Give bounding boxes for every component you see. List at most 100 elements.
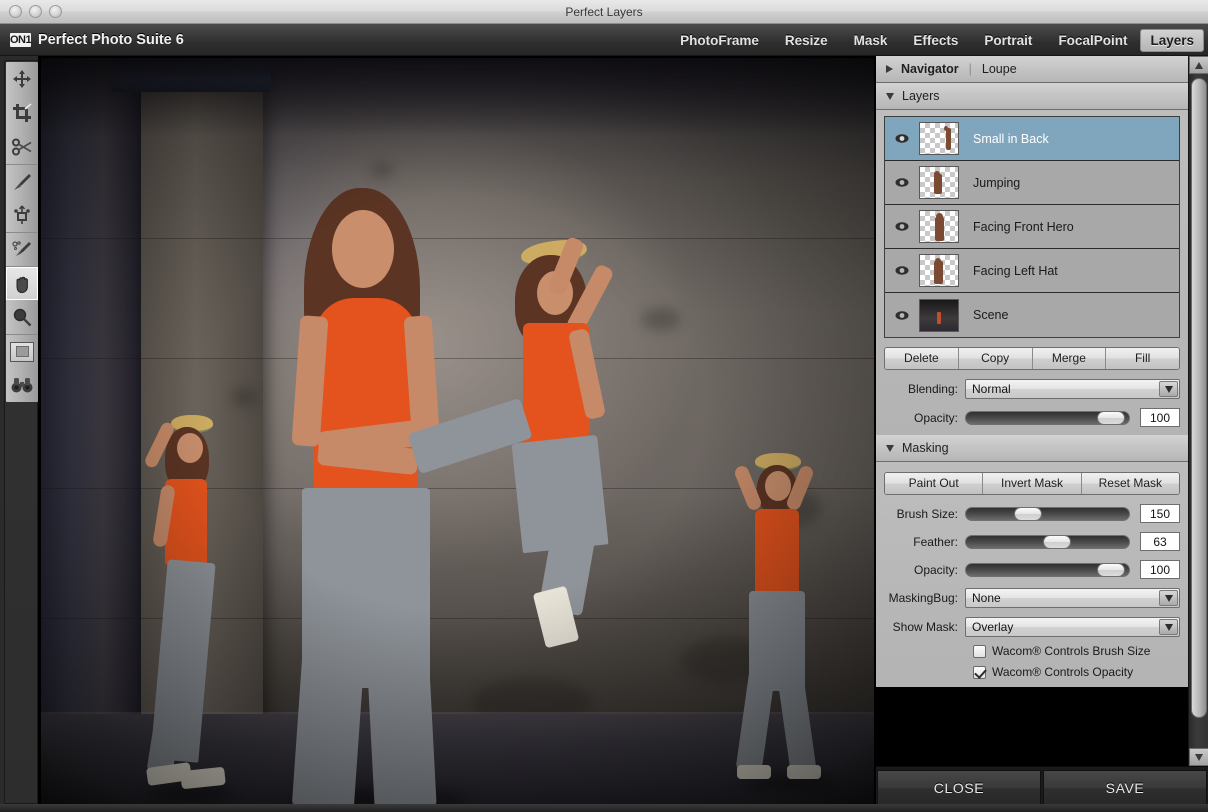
composite-photo[interactable] [41,58,874,810]
wacom-brush-size-label: Wacom® Controls Brush Size [992,644,1151,658]
mask-opacity-slider[interactable] [965,562,1130,577]
chevron-down-icon[interactable] [1159,619,1178,635]
layer-visibility-toggle[interactable] [885,178,919,187]
wacom-opacity-row[interactable]: Wacom® Controls Opacity [884,665,1180,679]
canvas-area[interactable] [38,56,876,812]
layers-section-header[interactable]: Layers [876,83,1188,110]
layer-opacity-slider[interactable] [965,410,1130,425]
invert-mask-button[interactable]: Invert Mask [983,473,1082,494]
layer-row-jumping[interactable]: Jumping [885,161,1179,205]
loupe-label[interactable]: Loupe [982,62,1017,76]
paint-out-button[interactable]: Paint Out [885,473,984,494]
layer-row-facing-front-hero[interactable]: Facing Front Hero [885,205,1179,249]
navigator-section-header[interactable]: Navigator | Loupe [876,56,1188,83]
pan-tool[interactable] [6,266,38,300]
slider-handle[interactable] [1013,506,1042,521]
layer-thumbnail [919,298,959,332]
layer-visibility-toggle[interactable] [885,266,919,275]
layer-name: Small in Back [973,131,1049,146]
module-tabs: PhotoFrame Resize Mask Effects Portrait … [667,24,1204,56]
tab-mask[interactable]: Mask [841,29,901,52]
layer-thumbnail [919,122,959,155]
layer-action-buttons: Delete Copy Merge Fill [884,347,1180,370]
chevron-right-icon [886,65,893,73]
brush-size-slider[interactable] [965,506,1130,521]
layer-list: Small in Back Jumping Facing Front Hero … [884,116,1180,338]
layer-visibility-toggle[interactable] [885,310,919,320]
mask-opacity-value[interactable]: 100 [1140,560,1180,579]
masking-panel-body: Paint Out Invert Mask Reset Mask Brush S… [876,462,1188,687]
scroll-up-button[interactable] [1189,56,1208,74]
close-button[interactable]: CLOSE [877,770,1041,806]
ceiling-shadow [41,58,874,136]
reset-mask-button[interactable]: Reset Mask [1081,473,1179,494]
wacom-opacity-checkbox[interactable] [973,665,986,679]
panel-empty-area [876,687,1188,766]
tab-photoframe[interactable]: PhotoFrame [667,29,772,52]
scrollbar-thumb[interactable] [1191,78,1207,718]
perfect-brush-tool[interactable] [6,232,38,266]
wacom-opacity-label: Wacom® Controls Opacity [992,665,1134,679]
save-button[interactable]: SAVE [1043,770,1207,806]
brush-size-row: Brush Size: 150 [884,504,1180,523]
color-swatch-tool[interactable] [6,334,38,368]
show-mask-row: Show Mask: Overlay [884,617,1180,637]
masking-section-header[interactable]: Masking [876,435,1188,462]
app-menubar: ON1 Perfect Photo Suite 6 PhotoFrame Res… [0,24,1208,56]
fill-layer-button[interactable]: Fill [1106,348,1179,369]
hand-icon [16,276,28,294]
feather-slider[interactable] [965,534,1130,549]
tab-portrait[interactable]: Portrait [971,29,1045,52]
layer-visibility-toggle[interactable] [885,222,919,231]
chevron-down-icon[interactable] [1159,381,1178,397]
move-tool[interactable] [6,62,38,96]
eye-icon [895,178,909,187]
move-icon [13,70,31,88]
tab-focalpoint[interactable]: FocalPoint [1045,29,1140,52]
zoom-tool[interactable] [6,300,38,334]
on1-logo-icon: ON1 [10,33,32,47]
mask-opacity-row: Opacity: 100 [884,560,1180,579]
brush-size-value[interactable]: 150 [1140,504,1180,523]
wacom-brush-size-row[interactable]: Wacom® Controls Brush Size [884,644,1180,658]
show-mask-label: Show Mask: [892,620,958,634]
navigator-separator: | [968,62,972,76]
layer-name: Facing Left Hat [973,263,1058,278]
merge-layer-button[interactable]: Merge [1032,348,1107,369]
tab-layers[interactable]: Layers [1140,28,1204,52]
blending-mode-select[interactable]: Normal [965,379,1180,399]
layer-name: Facing Front Hero [973,219,1074,234]
slider-handle[interactable] [1097,410,1126,425]
slider-handle[interactable] [1043,534,1072,549]
panel-scrollbar[interactable] [1188,56,1208,766]
maskingbug-select[interactable]: None [965,588,1180,608]
feather-row: Feather: 63 [884,532,1180,551]
crop-icon [13,103,32,122]
masking-label: Masking [902,441,949,455]
layer-opacity-value[interactable]: 100 [1140,408,1180,427]
wacom-brush-size-checkbox[interactable] [973,644,986,658]
copy-layer-button[interactable]: Copy [958,348,1033,369]
layer-row-facing-left-hat[interactable]: Facing Left Hat [885,249,1179,293]
delete-layer-button[interactable]: Delete [885,348,959,369]
trim-tool[interactable] [6,130,38,164]
transform-tool[interactable] [6,198,38,232]
layer-name: Jumping [973,175,1021,190]
show-mask-select[interactable]: Overlay [965,617,1180,637]
chevron-down-icon[interactable] [1159,590,1178,606]
layer-row-scene[interactable]: Scene [885,293,1179,337]
chevron-down-icon [886,444,894,452]
tool-palette [4,60,38,804]
preview-tool[interactable] [6,368,38,402]
scroll-down-button[interactable] [1189,748,1208,766]
maskingbug-label: MaskingBug: [888,591,958,605]
tab-resize[interactable]: Resize [772,29,841,52]
feather-value[interactable]: 63 [1140,532,1180,551]
brush-tool[interactable] [6,164,38,198]
layer-visibility-toggle[interactable] [885,134,919,143]
panel-scroll-area: Navigator | Loupe Layers Small in Back J… [876,56,1188,766]
crop-tool[interactable] [6,96,38,130]
slider-handle[interactable] [1097,562,1126,577]
layer-row-small-in-back[interactable]: Small in Back [885,117,1179,161]
tab-effects[interactable]: Effects [900,29,971,52]
